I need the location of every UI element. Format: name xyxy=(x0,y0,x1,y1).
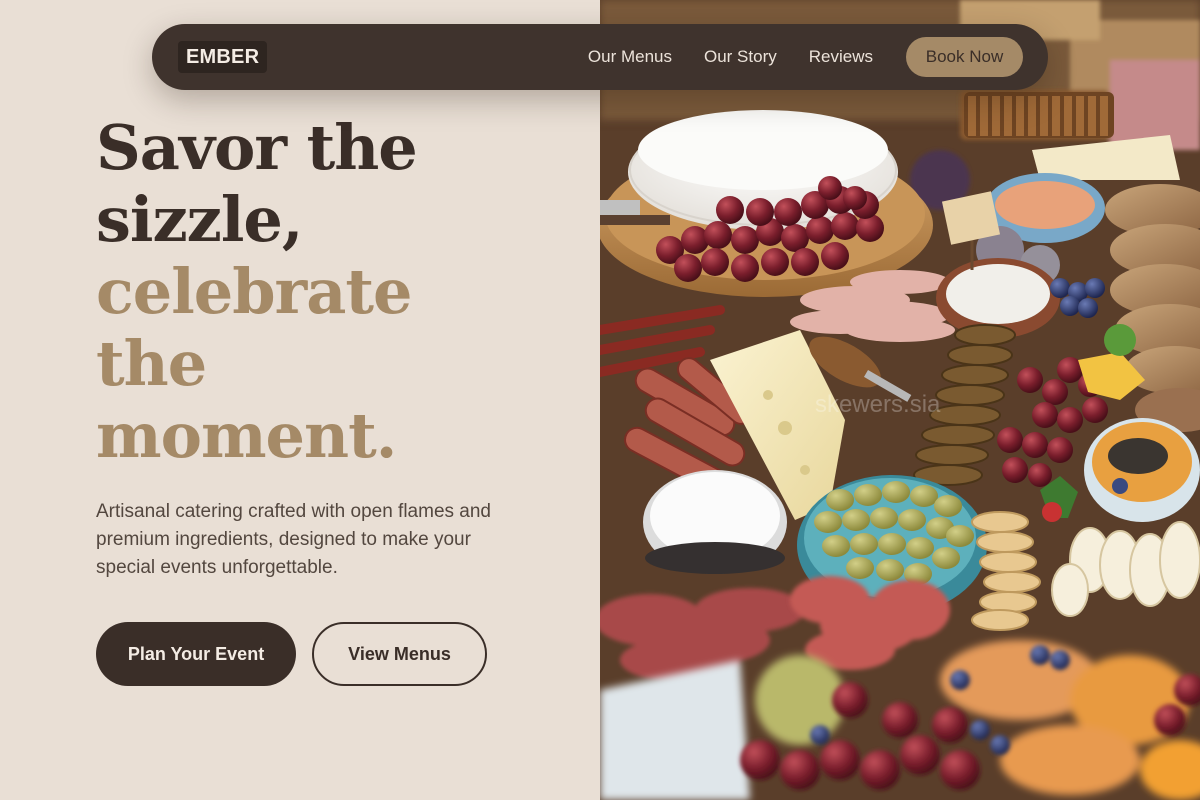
hero-subtitle: Artisanal catering crafted with open fla… xyxy=(96,501,491,578)
headline-line-1: Savor the xyxy=(96,111,418,184)
nav-link-reviews[interactable]: Reviews xyxy=(809,47,873,67)
white-dip-cup xyxy=(643,470,787,574)
headline-line-3: celebrate xyxy=(96,255,412,328)
nav-links: Our Menus Our Story Reviews Book Now xyxy=(588,24,1023,90)
image-watermark: skewers.sia xyxy=(815,391,941,418)
top-nav: EMBER Our Menus Our Story Reviews Book N… xyxy=(152,24,1048,90)
hero-headline: Savor the sizzle, celebrate the moment. xyxy=(96,112,576,472)
headline-line-5: moment. xyxy=(96,399,397,472)
hero-image: skewers.sia xyxy=(600,0,1200,800)
book-now-button[interactable]: Book Now xyxy=(906,37,1023,77)
view-menus-button[interactable]: View Menus xyxy=(312,622,487,686)
headline-line-2: sizzle, xyxy=(96,183,303,256)
brand-logo[interactable]: EMBER xyxy=(178,41,268,73)
plan-event-button[interactable]: Plan Your Event xyxy=(96,622,296,686)
charcuterie-board-illustration: skewers.sia xyxy=(600,0,1200,800)
headline-line-4: the xyxy=(96,327,207,400)
hero-section: Savor the sizzle, celebrate the moment. … xyxy=(0,0,600,800)
nav-link-our-story[interactable]: Our Story xyxy=(704,47,777,67)
chia-cup xyxy=(1084,418,1200,522)
nav-link-our-menus[interactable]: Our Menus xyxy=(588,47,672,67)
crackers-row xyxy=(964,92,1114,138)
